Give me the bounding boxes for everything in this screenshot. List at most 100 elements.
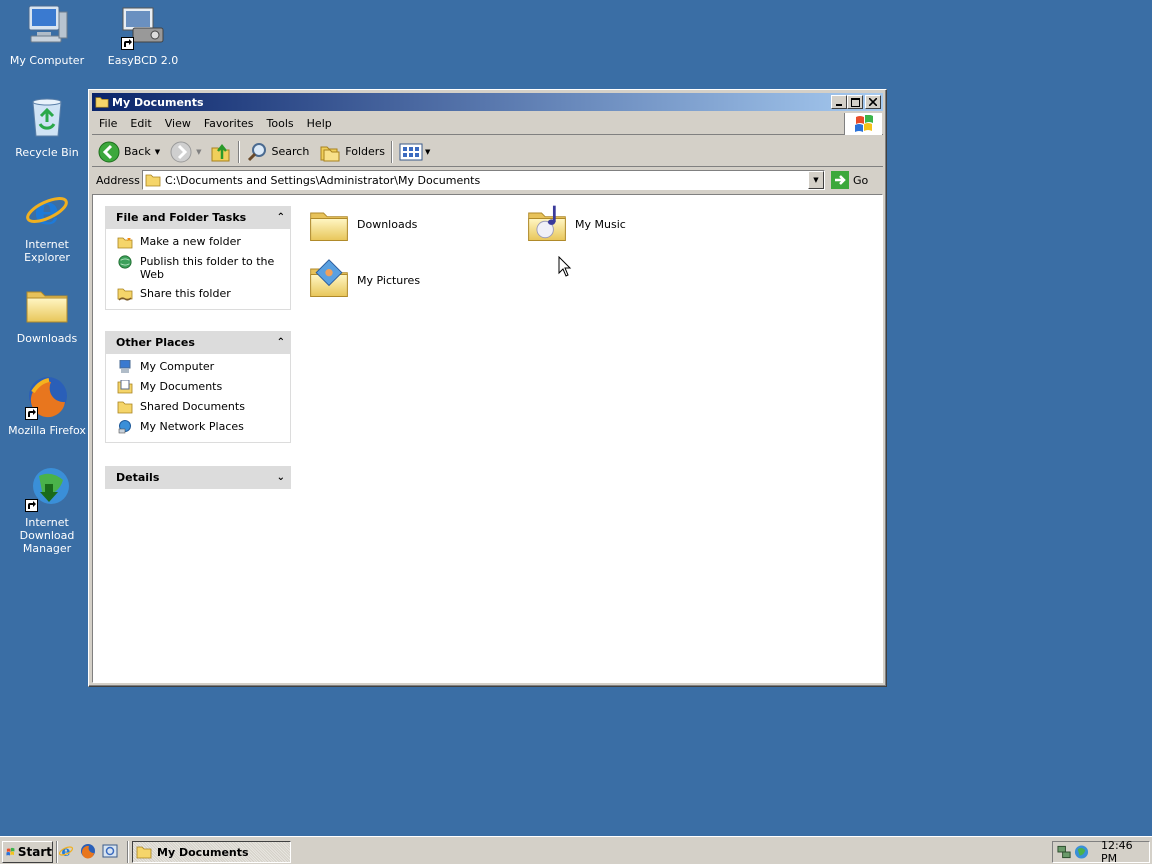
back-label: Back	[124, 145, 151, 158]
desktop-icon-label: My Computer	[9, 54, 85, 67]
back-button[interactable]: Back ▼	[96, 139, 162, 165]
file-folder-tasks-panel: File and Folder Tasks ⌃ Make a new folde…	[105, 206, 291, 310]
desktop-icon-idm[interactable]: Internet Download Manager	[0, 464, 94, 555]
internet-explorer-icon: e	[23, 186, 71, 234]
desktop-icon-firefox[interactable]: Mozilla Firefox	[0, 372, 94, 437]
place-shared-documents[interactable]: Shared Documents	[117, 400, 282, 414]
desktop-icon-label: EasyBCD 2.0	[107, 54, 179, 67]
title-bar[interactable]: My Documents	[92, 93, 883, 111]
standard-toolbar: Back ▼ ▼ Search Folders ▼	[92, 137, 883, 167]
folder-item-downloads[interactable]: Downloads	[307, 202, 417, 246]
place-my-documents[interactable]: My Documents	[117, 380, 282, 394]
maximize-button[interactable]	[847, 95, 863, 109]
taskbar: Start e My Documents 12:46 PM	[0, 836, 1152, 864]
folder-item-my-pictures[interactable]: My Pictures	[307, 258, 420, 302]
desktop-icon-recycle-bin[interactable]: Recycle Bin	[0, 94, 94, 159]
start-button[interactable]: Start	[2, 841, 53, 863]
shortcut-arrow-icon	[121, 37, 134, 50]
folder-icon	[23, 280, 71, 328]
task-make-new-folder[interactable]: Make a new folder	[117, 235, 282, 249]
forward-button[interactable]: ▼	[168, 139, 203, 165]
place-label: Shared Documents	[140, 400, 245, 413]
network-tray-icon[interactable]	[1057, 844, 1072, 860]
chevron-down-icon[interactable]: ▼	[196, 148, 201, 156]
minimize-button[interactable]	[831, 95, 847, 109]
menu-favorites[interactable]: Favorites	[198, 117, 260, 130]
chevron-down-icon[interactable]: ▼	[425, 148, 430, 156]
desktop-icon-my-computer[interactable]: My Computer	[0, 2, 94, 67]
task-share-folder[interactable]: Share this folder	[117, 287, 282, 301]
menu-view[interactable]: View	[159, 117, 197, 130]
panel-header[interactable]: Details ⌄	[105, 466, 291, 489]
desktop-icon-easybcd[interactable]: EasyBCD 2.0	[96, 2, 190, 67]
desktop-icon-internet-explorer[interactable]: e Internet Explorer	[0, 186, 94, 264]
panel-header[interactable]: Other Places ⌃	[105, 331, 291, 354]
start-label: Start	[17, 845, 52, 859]
menu-help[interactable]: Help	[301, 117, 338, 130]
place-my-network-places[interactable]: My Network Places	[117, 420, 282, 434]
address-bar: Address C:\Documents and Settings\Admini…	[92, 169, 883, 192]
svg-text:e: e	[62, 844, 71, 859]
content-area: File and Folder Tasks ⌃ Make a new folde…	[92, 194, 883, 683]
views-icon	[399, 143, 423, 160]
item-label: Downloads	[357, 217, 418, 231]
folders-label: Folders	[345, 145, 386, 158]
folder-icon	[136, 845, 152, 859]
menu-tools[interactable]: Tools	[261, 117, 300, 130]
explorer-window: My Documents File Edit View Favorites To…	[88, 89, 887, 687]
up-button[interactable]	[208, 139, 234, 165]
idm-tray-icon[interactable]	[1074, 844, 1089, 860]
views-button[interactable]: ▼	[397, 139, 432, 165]
publish-web-icon	[118, 255, 132, 269]
desktop-icon-label: Mozilla Firefox	[8, 424, 86, 437]
show-desktop-icon[interactable]	[102, 843, 118, 859]
chevron-down-icon[interactable]: ▼	[155, 148, 160, 156]
folders-button[interactable]: Folders	[317, 139, 387, 165]
item-label: My Music	[575, 217, 626, 231]
place-my-computer[interactable]: My Computer	[117, 360, 282, 374]
folder-item-my-music[interactable]: My Music	[525, 202, 626, 246]
firefox-icon[interactable]	[80, 843, 96, 859]
my-documents-icon	[117, 380, 133, 394]
internet-explorer-icon[interactable]: e	[58, 843, 74, 859]
svg-text:e: e	[34, 187, 59, 234]
other-places-panel: Other Places ⌃ My Computer My Documents …	[105, 331, 291, 443]
close-button[interactable]	[865, 95, 881, 109]
menu-bar: File Edit View Favorites Tools Help	[92, 113, 883, 135]
task-publish-folder[interactable]: Publish this folder to the Web	[117, 255, 282, 281]
go-button[interactable]: Go	[831, 170, 868, 190]
firefox-icon	[23, 372, 71, 420]
menu-file[interactable]: File	[93, 117, 123, 130]
desktop-icon-downloads[interactable]: Downloads	[0, 280, 94, 345]
address-input[interactable]: C:\Documents and Settings\Administrator\…	[142, 170, 825, 190]
system-tray: 12:46 PM	[1052, 839, 1150, 864]
new-folder-icon	[117, 236, 133, 249]
clock[interactable]: 12:46 PM	[1101, 839, 1149, 864]
panel-header[interactable]: File and Folder Tasks ⌃	[105, 206, 291, 229]
collapse-icon[interactable]: ⌃	[277, 212, 285, 223]
address-dropdown-button[interactable]: ▼	[808, 171, 824, 189]
folder-icon	[145, 173, 161, 187]
menu-edit[interactable]: Edit	[124, 117, 157, 130]
back-arrow-icon	[98, 141, 120, 162]
up-folder-icon	[211, 143, 229, 161]
panel-title: Details	[116, 471, 160, 484]
easybcd-icon	[119, 2, 167, 50]
go-arrow-icon	[831, 171, 849, 189]
toolbar-separator	[391, 140, 394, 163]
my-computer-icon	[23, 2, 71, 50]
collapse-icon[interactable]: ⌃	[277, 337, 285, 348]
taskbar-item-my-documents[interactable]: My Documents	[132, 841, 291, 863]
windows-logo-icon	[6, 847, 15, 856]
go-label: Go	[853, 173, 869, 187]
my-pictures-folder-icon	[307, 259, 351, 302]
desktop-icon-label: Internet Explorer	[24, 238, 70, 264]
expand-icon[interactable]: ⌄	[277, 472, 285, 483]
desktop-icon-label: Internet Download Manager	[19, 516, 75, 555]
idm-icon	[23, 464, 71, 512]
windows-logo-icon	[844, 113, 882, 135]
place-label: My Computer	[140, 360, 215, 373]
search-button[interactable]: Search	[244, 139, 312, 165]
folder-icon	[307, 202, 351, 246]
search-label: Search	[271, 145, 310, 158]
